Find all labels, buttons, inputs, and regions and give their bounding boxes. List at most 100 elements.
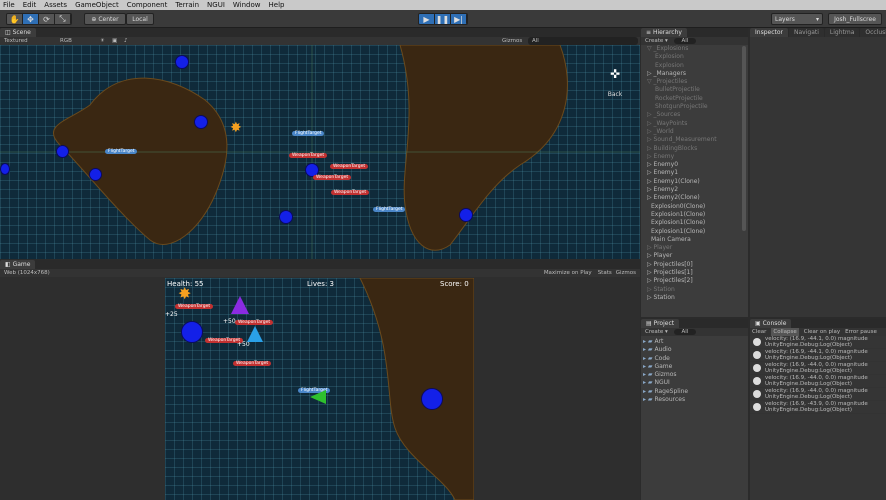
enemy-blob[interactable] <box>175 55 189 69</box>
hierarchy-item[interactable]: Explosion1(Clone) <box>643 211 741 219</box>
hierarchy-search[interactable]: All <box>673 38 697 44</box>
tab-occlusion[interactable]: Occlusi <box>860 28 886 37</box>
hierarchy-scrollbar[interactable] <box>742 46 746 231</box>
hierarchy-item[interactable]: ▷ _WayPoints <box>643 120 741 128</box>
scale-tool-icon[interactable]: ⤡ <box>55 14 71 24</box>
menu-terrain[interactable]: Terrain <box>175 1 199 9</box>
project-folder[interactable]: ▸ ▰ Art <box>643 338 743 346</box>
hierarchy-item[interactable]: ▷ Player <box>643 244 741 252</box>
search-all-field[interactable]: All <box>528 37 638 45</box>
hierarchy-item[interactable]: ▷ Enemy <box>643 153 741 161</box>
tab-project[interactable]: ▤ Project <box>641 319 680 328</box>
gizmos-dropdown[interactable]: Gizmos <box>502 37 528 45</box>
project-folder[interactable]: ▸ ▰ Game <box>643 363 743 371</box>
menu-file[interactable]: File <box>3 1 15 9</box>
hierarchy-item[interactable]: Explosion <box>643 53 741 61</box>
enemy-blob[interactable] <box>89 168 102 181</box>
audio-toggle-icon[interactable]: ♪ <box>124 37 136 45</box>
tab-lightmapping[interactable]: Lightma <box>824 28 860 37</box>
tab-navigation[interactable]: Navigati <box>789 28 824 37</box>
hierarchy-item[interactable]: Explosion <box>643 62 741 70</box>
menu-help[interactable]: Help <box>269 1 285 9</box>
menu-gameobject[interactable]: GameObject <box>75 1 119 9</box>
shading-dropdown[interactable]: Textured <box>4 37 60 45</box>
hierarchy-item[interactable]: ▷ Enemy1 <box>643 169 741 177</box>
console-clear-button[interactable]: Clear <box>752 328 766 336</box>
menu-window[interactable]: Window <box>233 1 261 9</box>
project-folder[interactable]: ▸ ▰ Resources <box>643 396 743 404</box>
hierarchy-item[interactable]: Explosion0(Clone) <box>643 203 741 211</box>
console-log-row[interactable]: velocity: (16.9, -44.0, 0.0) magnitude Un… <box>750 362 886 375</box>
tab-console[interactable]: ▣ Console <box>750 319 792 328</box>
step-icon[interactable]: ▶| <box>451 14 467 24</box>
move-tool-icon[interactable]: ✥ <box>23 14 39 24</box>
menu-component[interactable]: Component <box>127 1 168 9</box>
hierarchy-item[interactable]: ▷ Station <box>643 286 741 294</box>
menu-edit[interactable]: Edit <box>23 1 37 9</box>
tab-hierarchy[interactable]: ≡ Hierarchy <box>641 28 687 37</box>
hand-tool-icon[interactable]: ✋ <box>7 14 23 24</box>
menu-assets[interactable]: Assets <box>44 1 67 9</box>
rotate-tool-icon[interactable]: ⟳ <box>39 14 55 24</box>
tab-game[interactable]: ◧ Game <box>0 260 36 269</box>
hierarchy-item[interactable]: ▷ Sound_Measurement <box>643 136 741 144</box>
enemy-blob[interactable] <box>421 388 443 410</box>
hierarchy-item[interactable]: ▷ _Managers <box>643 70 741 78</box>
hierarchy-item[interactable]: ▷ Enemy1(Clone) <box>643 178 741 186</box>
enemy-blob[interactable] <box>0 163 10 175</box>
console-log-row[interactable]: velocity: (16.9, -44.1, 0.0) magnitude Un… <box>750 336 886 349</box>
project-folder[interactable]: ▸ ▰ NGUI <box>643 379 743 387</box>
hierarchy-item[interactable]: ▽ _Projectiles <box>643 78 741 86</box>
hierarchy-item[interactable]: ▷ BuildingBlocks <box>643 145 741 153</box>
enemy-blob[interactable] <box>181 321 203 343</box>
scene-viewport[interactable]: FlightTarget WeaponTarget FlightTarget W… <box>0 45 640 259</box>
pivot-center-button[interactable]: ⊕ Center <box>84 13 126 25</box>
console-log-row[interactable]: velocity: (16.9, -44.0, 0.0) magnitude Un… <box>750 388 886 401</box>
hierarchy-item[interactable]: ShotgunProjectile <box>643 103 741 111</box>
console-collapse-button[interactable]: Collapse <box>771 328 799 336</box>
tab-scene[interactable]: ◫ Scene <box>0 28 36 37</box>
render-mode-dropdown[interactable]: RGB <box>60 37 100 45</box>
aspect-dropdown[interactable]: Web (1024x768) <box>4 269 50 277</box>
enemy-blob[interactable] <box>459 208 473 222</box>
project-folder[interactable]: ▸ ▰ RageSpline <box>643 388 743 396</box>
project-folder[interactable]: ▸ ▰ Audio <box>643 346 743 354</box>
pause-icon[interactable]: ❚❚ <box>435 14 451 24</box>
project-folder[interactable]: ▸ ▰ Gizmos <box>643 371 743 379</box>
console-error-pause-button[interactable]: Error pause <box>845 328 877 336</box>
light-toggle-icon[interactable]: ☀ <box>100 37 112 45</box>
layout-dropdown[interactable]: Josh_Fullscree <box>828 13 882 25</box>
stats-toggle[interactable]: Stats <box>598 269 612 277</box>
enemy-blob[interactable] <box>56 145 69 158</box>
enemy-ship[interactable] <box>247 326 263 342</box>
console-log-row[interactable]: velocity: (16.9, -44.1, 0.0) magnitude Un… <box>750 349 886 362</box>
enemy-blob[interactable] <box>279 210 293 224</box>
hierarchy-item[interactable]: ▷ Projectiles[1] <box>643 269 741 277</box>
console-clear-on-play-button[interactable]: Clear on play <box>804 328 840 336</box>
maximize-on-play-toggle[interactable]: Maximize on Play <box>544 269 592 277</box>
console-log-row[interactable]: velocity: (16.9, -43.9, 0.0) magnitude Un… <box>750 401 886 414</box>
hierarchy-item[interactable]: Explosion1(Clone) <box>643 228 741 236</box>
hierarchy-item[interactable]: ▷ Enemy2 <box>643 186 741 194</box>
hierarchy-item[interactable]: ▷ Enemy2(Clone) <box>643 194 741 202</box>
project-search[interactable]: All <box>673 329 697 335</box>
project-folder[interactable]: ▸ ▰ Code <box>643 355 743 363</box>
hierarchy-item[interactable]: ▽ _Explosions <box>643 45 741 53</box>
enemy-blob[interactable] <box>194 115 208 129</box>
enemy-ship[interactable] <box>231 296 249 314</box>
scene-gizmo[interactable]: ✜ Back <box>600 67 630 107</box>
hierarchy-item[interactable]: RocketProjectile <box>643 95 741 103</box>
hierarchy-item[interactable]: ▷ Player <box>643 252 741 260</box>
hierarchy-item[interactable]: BulletProjectile <box>643 86 741 94</box>
hierarchy-item[interactable]: Main Camera <box>643 236 741 244</box>
play-icon[interactable]: ▶ <box>419 14 435 24</box>
hierarchy-create-button[interactable]: Create <box>645 38 663 44</box>
hierarchy-item[interactable]: ▷ _Sources <box>643 111 741 119</box>
hierarchy-item[interactable]: ▷ Projectiles[2] <box>643 277 741 285</box>
game-viewport[interactable]: Health: 55 Lives: 3 Score: 0 ✸ WeaponTar… <box>165 278 474 500</box>
hierarchy-item[interactable]: ▷ Station <box>643 294 741 302</box>
image-toggle-icon[interactable]: ▣ <box>112 37 124 45</box>
hierarchy-item[interactable]: ▷ _World <box>643 128 741 136</box>
console-log-row[interactable]: velocity: (16.9, -44.0, 0.0) magnitude Un… <box>750 375 886 388</box>
space-local-button[interactable]: Local <box>126 13 154 25</box>
